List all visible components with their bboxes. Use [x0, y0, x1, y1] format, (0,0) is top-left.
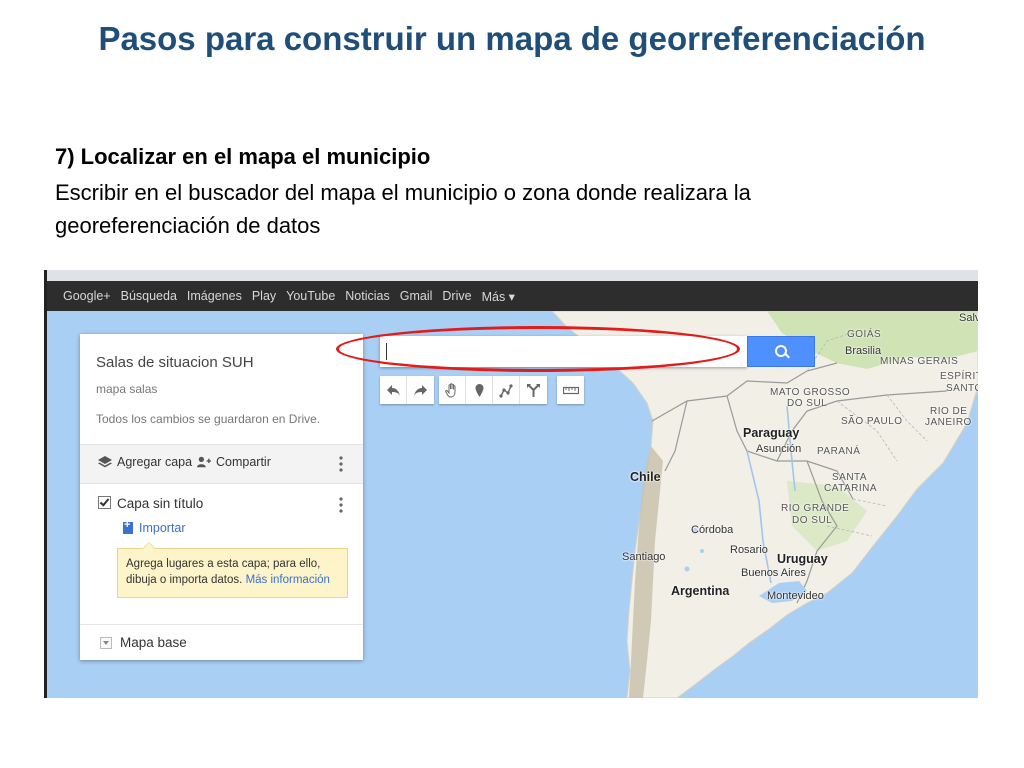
map-label-espirito-santo-1: ESPÍRIT	[940, 371, 978, 382]
map-label-brasilia: Brasilia	[845, 345, 882, 357]
marker-icon	[475, 384, 484, 397]
layer-row[interactable]: Capa sin título	[98, 496, 203, 511]
hand-icon	[445, 383, 456, 398]
map-description[interactable]: mapa salas	[96, 382, 157, 396]
panel-actions-bar: Agregar capa Compartir	[80, 444, 363, 484]
pan-tool-button[interactable]	[439, 376, 466, 404]
map-layers-panel: Salas de situacion SUH mapa salas Todos …	[80, 334, 363, 660]
map-label-sao-paulo: SÃO PAULO	[841, 416, 903, 427]
gbar-item-news[interactable]: Noticias	[345, 289, 389, 303]
map-label-buenos-aires: Buenos Aires	[741, 567, 806, 579]
map-label-rosario: Rosario	[730, 544, 768, 556]
undo-button[interactable]	[380, 376, 407, 404]
map-label-chile: Chile	[630, 470, 661, 484]
import-link[interactable]: Importar	[123, 519, 186, 535]
map-label-argentina: Argentina	[671, 584, 730, 598]
map-title[interactable]: Salas de situacion SUH	[96, 354, 254, 371]
ruler-icon	[563, 386, 579, 395]
redo-icon	[414, 385, 427, 396]
layer-tooltip: Agrega lugares a esta capa; para ello, d…	[117, 542, 348, 598]
measure-group	[557, 376, 584, 404]
map-label-cordoba: Córdoba	[691, 524, 734, 536]
add-layer-label: Agregar capa	[117, 455, 193, 469]
redo-button[interactable]	[407, 376, 434, 404]
map-label-rio-grande-1: RIO GRANDE	[781, 503, 850, 514]
layers-icon	[98, 456, 112, 468]
map-search-input[interactable]	[380, 336, 747, 367]
layer-name[interactable]: Capa sin título	[117, 496, 203, 511]
search-icon	[775, 345, 787, 357]
add-person-icon	[197, 456, 211, 468]
gbar-item-images[interactable]: Imágenes	[187, 289, 242, 303]
gbar-item-youtube[interactable]: YouTube	[286, 289, 335, 303]
directions-icon	[527, 384, 540, 397]
add-layer-button[interactable]: Agregar capa	[98, 455, 192, 469]
map-label-rio-grande-2: DO SUL	[792, 515, 833, 526]
import-file-icon	[123, 519, 133, 534]
measure-button[interactable]	[557, 376, 584, 404]
map-label-asuncion: Asunción	[756, 443, 802, 455]
gbar-item-gmail[interactable]: Gmail	[400, 289, 433, 303]
map-label-rio-de-janeiro-2: JANEIRO	[925, 417, 972, 428]
slide-title: Pasos para construir un mapa de georrefe…	[98, 20, 926, 57]
chevron-down-icon[interactable]	[100, 637, 112, 649]
map-label-goias: GOIÁS	[847, 329, 882, 340]
more-info-link[interactable]: Más información	[246, 574, 330, 586]
layer-visibility-checkbox[interactable]	[98, 496, 111, 509]
save-status: Todos los cambios se guardaron en Drive.	[96, 412, 321, 426]
step-body: Escribir en el buscador del mapa el muni…	[55, 180, 751, 238]
import-label: Importar	[139, 521, 186, 535]
layer-options-kebab-icon[interactable]	[339, 496, 343, 514]
map-label-santiago: Santiago	[622, 551, 666, 563]
share-button[interactable]: Compartir	[197, 455, 271, 469]
base-map-label: Mapa base	[120, 635, 187, 650]
map-label-salvador: Salv	[959, 312, 978, 324]
map-label-paraguay: Paraguay	[743, 426, 800, 440]
map-label-uruguay: Uruguay	[777, 552, 828, 566]
draw-tools-group	[439, 376, 547, 404]
map-label-mato-grosso-2: DO SUL	[787, 398, 828, 409]
maps-screenshot: Google+ Búsqueda Imágenes Play YouTube N…	[44, 270, 978, 698]
map-label-espirito-santo-2: SANTO	[946, 383, 978, 394]
text-cursor	[386, 343, 387, 360]
gbar-item-play[interactable]: Play	[252, 289, 276, 303]
draw-line-icon	[499, 384, 513, 398]
undo-icon	[387, 385, 400, 396]
gbar-item-google-plus[interactable]: Google+	[63, 289, 111, 303]
search-button[interactable]	[747, 336, 815, 367]
gbar-item-search[interactable]: Búsqueda	[121, 289, 177, 303]
directions-button[interactable]	[520, 376, 547, 404]
gbar-item-more[interactable]: Más ▾	[482, 289, 515, 304]
map-label-parana: PARANÁ	[817, 446, 861, 457]
draw-line-button[interactable]	[493, 376, 520, 404]
map-label-montevideo: Montevideo	[767, 590, 824, 602]
map-options-kebab-icon[interactable]	[339, 455, 343, 473]
map-label-minas-gerais: MINAS GERAIS	[880, 356, 959, 367]
gbar-item-drive[interactable]: Drive	[442, 289, 471, 303]
base-map-row[interactable]: Mapa base	[80, 624, 363, 661]
add-marker-button[interactable]	[466, 376, 493, 404]
share-label: Compartir	[216, 455, 271, 469]
google-bar: Google+ Búsqueda Imágenes Play YouTube N…	[47, 281, 978, 311]
map-label-santa-catarina-2: CATARINA	[824, 483, 878, 494]
undo-redo-group	[380, 376, 434, 404]
step-heading: 7) Localizar en el mapa el municipio	[55, 144, 431, 169]
